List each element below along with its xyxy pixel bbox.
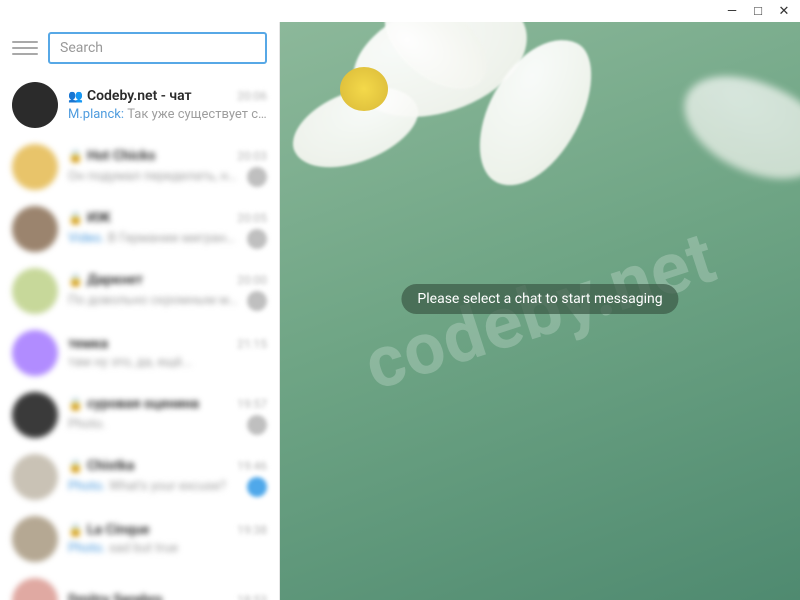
chat-name: 🔒суровая оценина: [68, 396, 199, 412]
chat-list-item[interactable]: 🔒Chistka 19:46 Photo. What's your excuse?: [0, 446, 279, 508]
chat-type-icon: 👥: [68, 89, 83, 103]
chat-time: 19:57: [237, 397, 267, 411]
unread-badge: [247, 477, 267, 497]
chat-list-item[interactable]: 🔒ИЖ 20:05 Video. В Германии мигрант...: [0, 198, 279, 260]
chat-list-item[interactable]: 👥Codeby.net - чат 20:06 M.planck: Так уже …: [0, 74, 279, 136]
avatar: [12, 144, 58, 190]
avatar: [12, 330, 58, 376]
chat-name: Dmitry Serebro: [68, 592, 162, 600]
chat-list-item[interactable]: темка 21:15 там ну это, да, ещё...: [0, 322, 279, 384]
sidebar: 👥Codeby.net - чат 20:06 M.planck: Так уже …: [0, 22, 280, 600]
avatar: [12, 82, 58, 128]
chat-list-item[interactable]: 🔒La Cinque 19:38 Photo. sad but true: [0, 508, 279, 570]
hamburger-menu-button[interactable]: [12, 35, 38, 61]
chat-item-body: 👥Codeby.net - чат 20:06 M.planck: Так уже …: [68, 88, 267, 122]
chat-list-item[interactable]: 🔒Hot Chicks 20:03 Он подумал переделать, н…: [0, 136, 279, 198]
chat-preview: M.planck: Так уже существует со...: [68, 107, 267, 122]
chat-name: темка: [68, 336, 108, 352]
chat-item-body: 🔒Даркнет 20:00 По довольно скромным мер...: [68, 272, 267, 311]
chat-list[interactable]: 👥Codeby.net - чат 20:06 M.planck: Так уже …: [0, 74, 279, 600]
menu-icon: [12, 41, 38, 43]
unread-badge: [247, 415, 267, 435]
chat-name: 🔒Даркнет: [68, 272, 143, 288]
chat-type-icon: 🔒: [68, 149, 83, 163]
unread-badge: [247, 167, 267, 187]
chat-time: 19:46: [237, 459, 267, 473]
chat-preview: там ну это, да, ещё...: [68, 355, 192, 370]
unread-badge: [247, 291, 267, 311]
chat-type-icon: 🔒: [68, 397, 83, 411]
chat-type-icon: 🔒: [68, 273, 83, 287]
search-input[interactable]: [48, 32, 267, 64]
chat-item-body: 🔒Hot Chicks 20:03 Он подумал переделать, н…: [68, 148, 267, 187]
main-panel: codeby.net Please select a chat to start…: [280, 22, 800, 600]
chat-time: 20:05: [237, 211, 267, 225]
chat-preview: Photo. sad but true: [68, 541, 178, 556]
unread-badge: [247, 229, 267, 249]
flower-center: [340, 67, 388, 111]
chat-type-icon: 🔒: [68, 523, 83, 537]
avatar: [12, 268, 58, 314]
chat-list-item[interactable]: Dmitry Serebro 18:53: [0, 570, 279, 600]
avatar: [12, 578, 58, 600]
chat-list-item[interactable]: 🔒суровая оценина 19:57 Photo.: [0, 384, 279, 446]
chat-name: 🔒La Cinque: [68, 522, 149, 538]
chat-item-body: 🔒суровая оценина 19:57 Photo.: [68, 396, 267, 435]
minimize-button[interactable]: —: [724, 4, 740, 19]
window-titlebar: — □ ✕: [0, 0, 800, 22]
sidebar-header: [0, 22, 279, 74]
chat-preview: Он подумал переделать, но т...: [68, 169, 241, 184]
chat-item-body: темка 21:15 там ну это, да, ещё...: [68, 336, 267, 370]
chat-item-body: Dmitry Serebro 18:53: [68, 592, 267, 600]
chat-time: 20:06: [237, 89, 267, 103]
avatar: [12, 516, 58, 562]
chat-list-item[interactable]: 🔒Даркнет 20:00 По довольно скромным мер...: [0, 260, 279, 322]
chat-preview: По довольно скромным мер...: [68, 293, 241, 308]
chat-preview: Photo. What's your excuse?: [68, 479, 226, 494]
chat-time: 18:53: [237, 593, 267, 600]
chat-preview: Video. В Германии мигрант...: [68, 231, 241, 246]
app-window: — □ ✕ 👥Codeby.net - чат 20:06 M.planck: Та…: [0, 0, 800, 600]
chat-time: 20:00: [237, 273, 267, 287]
chat-time: 20:03: [237, 149, 267, 163]
avatar: [12, 206, 58, 252]
avatar: [12, 392, 58, 438]
chat-time: 21:15: [237, 337, 267, 351]
chat-item-body: 🔒ИЖ 20:05 Video. В Германии мигрант...: [68, 210, 267, 249]
flower-petal: [668, 51, 800, 204]
chat-item-body: 🔒La Cinque 19:38 Photo. sad but true: [68, 522, 267, 556]
empty-chat-message: Please select a chat to start messaging: [401, 284, 678, 314]
chat-type-icon: 🔒: [68, 211, 83, 225]
maximize-button[interactable]: □: [750, 3, 766, 19]
chat-preview: Photo.: [68, 417, 106, 432]
chat-name: 🔒ИЖ: [68, 210, 111, 226]
app-body: 👥Codeby.net - чат 20:06 M.planck: Так уже …: [0, 22, 800, 600]
chat-name: 🔒Hot Chicks: [68, 148, 155, 164]
chat-name: 👥Codeby.net - чат: [68, 88, 192, 104]
avatar: [12, 454, 58, 500]
chat-item-body: 🔒Chistka 19:46 Photo. What's your excuse?: [68, 458, 267, 497]
chat-name: 🔒Chistka: [68, 458, 134, 474]
chat-type-icon: 🔒: [68, 459, 83, 473]
close-button[interactable]: ✕: [776, 4, 792, 19]
chat-time: 19:38: [237, 523, 267, 537]
